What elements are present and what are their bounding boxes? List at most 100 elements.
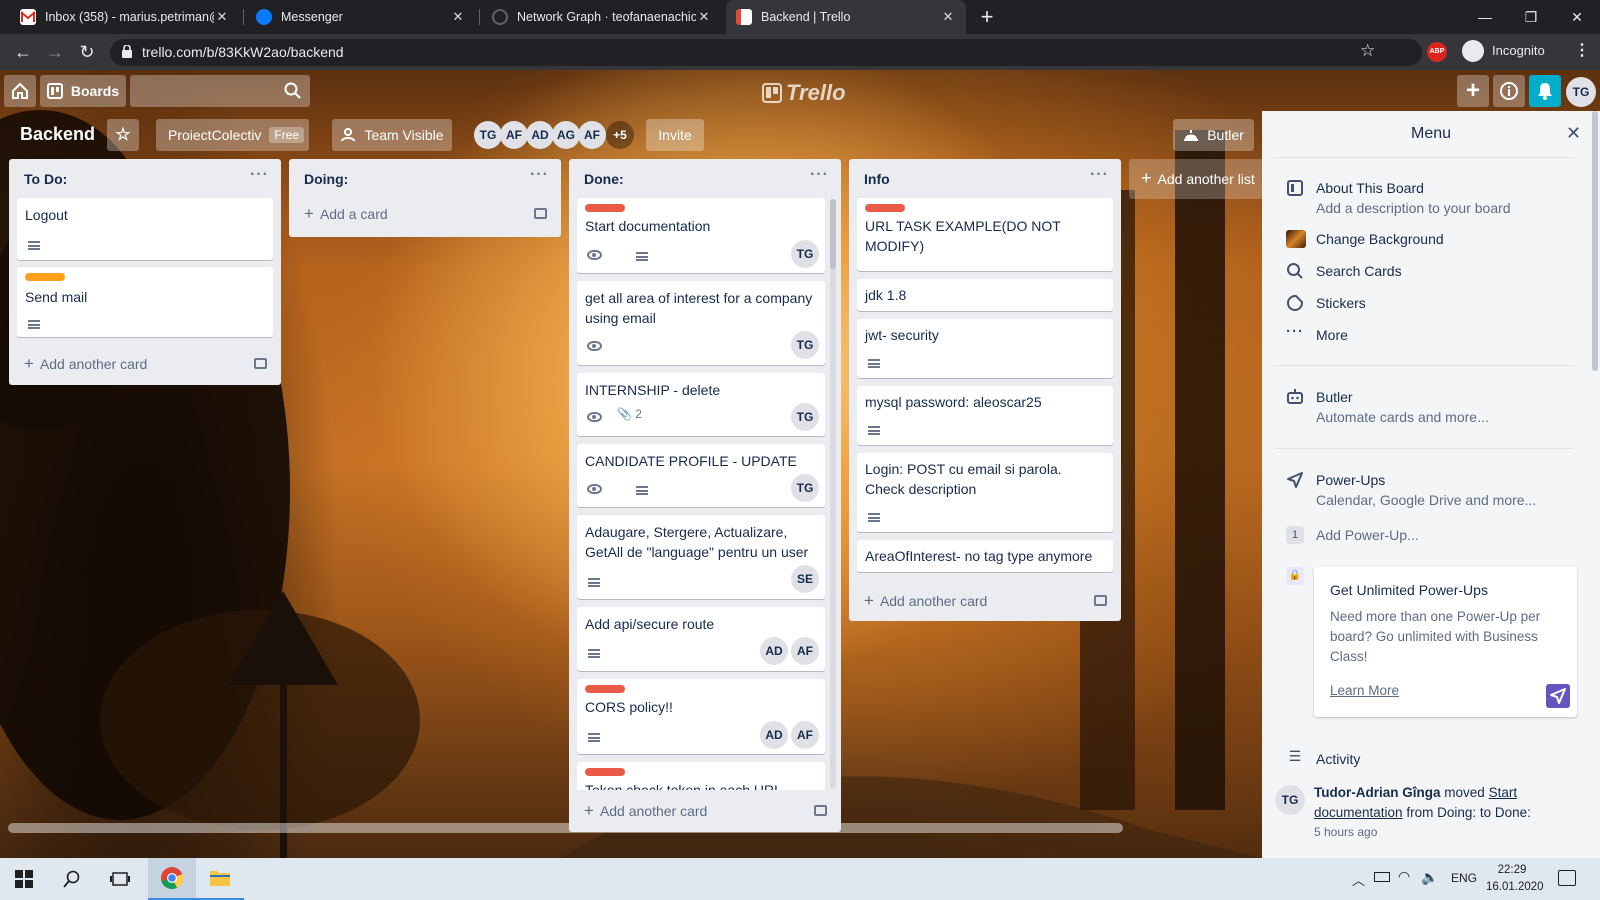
menu-item-butler[interactable]: Butler Automate cards and more... [1262, 388, 1600, 430]
list-menu-icon[interactable]: ··· [810, 166, 829, 184]
card-member-avatar[interactable]: AD [760, 721, 788, 749]
user-avatar[interactable]: TG [1566, 77, 1596, 107]
visibility-button[interactable]: Team Visible [332, 119, 452, 151]
member-avatar[interactable]: AF [578, 121, 606, 149]
card[interactable]: get all area of interest for a company u… [577, 281, 825, 365]
activity-user-avatar[interactable]: TG [1275, 785, 1305, 815]
tab-gmail[interactable]: Inbox (358) - marius.petriman@f ✕ [10, 0, 240, 34]
forward-icon[interactable]: → [42, 39, 68, 65]
card-label-red[interactable] [585, 204, 625, 212]
card-label-red[interactable] [585, 768, 625, 776]
list-menu-icon[interactable]: ··· [530, 166, 549, 184]
card-template-icon[interactable] [534, 208, 547, 219]
card-label-red[interactable] [865, 204, 905, 212]
taskbar-file-explorer[interactable] [196, 858, 244, 900]
card-label-orange[interactable] [25, 273, 65, 281]
list-title[interactable]: Info [864, 171, 890, 187]
tab-messenger[interactable]: Messenger ✕ [246, 0, 476, 34]
card-member-avatar[interactable]: TG [791, 474, 819, 502]
card[interactable]: CORS policy!! AD AF [577, 679, 825, 754]
browser-menu-icon[interactable]: ⋮ [1574, 40, 1590, 60]
card-member-avatar[interactable]: TG [791, 240, 819, 268]
adblock-icon[interactable]: ABP [1427, 42, 1447, 62]
close-tab-icon[interactable]: ✕ [450, 9, 466, 25]
member-avatar[interactable]: AD [526, 121, 554, 149]
card-member-avatar[interactable]: AD [760, 637, 788, 665]
close-window-icon[interactable]: ✕ [1554, 0, 1600, 34]
boards-button[interactable]: Boards [40, 75, 126, 107]
close-menu-icon[interactable]: ✕ [1566, 123, 1581, 144]
learn-more-link[interactable]: Learn More [1330, 683, 1399, 698]
back-icon[interactable]: ← [10, 39, 36, 65]
windows-start-button[interactable] [0, 858, 48, 900]
card[interactable]: jwt- security [857, 319, 1113, 378]
card-label-red[interactable] [585, 685, 625, 693]
more-members-button[interactable]: +5 [606, 121, 634, 149]
tab-trello[interactable]: Backend | Trello ✕ [726, 0, 966, 34]
add-power-up-button[interactable]: 1 Add Power-Up... [1262, 525, 1600, 549]
taskbar-chrome[interactable] [148, 858, 196, 900]
wifi-icon[interactable]: ◠ [1398, 868, 1410, 885]
notifications-button[interactable] [1529, 75, 1561, 107]
battery-icon[interactable] [1374, 872, 1390, 882]
close-tab-icon[interactable]: ✕ [696, 9, 712, 25]
new-tab-icon[interactable]: + [974, 4, 1000, 30]
volume-icon[interactable]: 🔈 [1421, 869, 1438, 886]
member-avatar[interactable]: AG [552, 121, 580, 149]
team-button[interactable]: ProiectColectiv Free [156, 119, 309, 151]
close-tab-icon[interactable]: ✕ [940, 9, 956, 25]
card[interactable]: mysql password: aleoscar25 [857, 386, 1113, 445]
card-template-icon[interactable] [814, 805, 827, 816]
minimize-icon[interactable]: — [1462, 0, 1508, 34]
card[interactable]: URL TASK EXAMPLE(DO NOT MODIFY) [857, 198, 1113, 271]
menu-item-more[interactable]: ··· More [1262, 323, 1600, 349]
tray-overflow-icon[interactable]: ︿ [1352, 870, 1365, 889]
card[interactable]: AreaOfInterest- no tag type anymore [857, 540, 1113, 572]
address-bar[interactable]: trello.com/b/83KkW2ao/backend ☆ [110, 39, 1422, 66]
invite-button[interactable]: Invite [646, 119, 704, 151]
card[interactable]: Login: POST cu email si parola. Check de… [857, 453, 1113, 532]
card[interactable]: Token check token in each URL [577, 762, 825, 790]
card[interactable]: CANDIDATE PROFILE - UPDATE TG [577, 444, 825, 507]
search-input[interactable] [130, 75, 310, 107]
card[interactable]: Adaugare, Stergere, Actualizare, GetAll … [577, 515, 825, 599]
reload-icon[interactable]: ↻ [74, 39, 100, 65]
member-avatar[interactable]: AF [500, 121, 528, 149]
menu-item-about-board[interactable]: About This Board Add a description to yo… [1262, 179, 1600, 221]
list-scrollbar-thumb[interactable] [830, 199, 836, 269]
star-board-button[interactable]: ☆ [107, 119, 139, 151]
menu-item-stickers[interactable]: Stickers [1262, 293, 1600, 317]
card[interactable]: jdk 1.8 [857, 279, 1113, 311]
list-menu-icon[interactable]: ··· [250, 166, 269, 184]
board-title[interactable]: Backend [20, 124, 95, 145]
bookmark-star-icon[interactable]: ☆ [1360, 41, 1375, 61]
card[interactable]: Send mail [17, 267, 273, 337]
card[interactable]: Logout [17, 198, 273, 260]
input-language[interactable]: ENG [1451, 871, 1477, 885]
member-avatar[interactable]: TG [474, 121, 502, 149]
list-title[interactable]: Doing: [304, 171, 348, 187]
card[interactable]: Add api/secure route AD AF [577, 607, 825, 671]
card-member-avatar[interactable]: TG [791, 403, 819, 431]
board-horizontal-scrollbar[interactable] [8, 823, 1123, 833]
menu-item-change-background[interactable]: Change Background [1262, 229, 1600, 253]
add-card-button[interactable]: + Add a card [304, 204, 388, 224]
add-card-button[interactable]: + Add another card [584, 801, 707, 821]
card-member-avatar[interactable]: TG [791, 331, 819, 359]
list-menu-icon[interactable]: ··· [1090, 166, 1109, 184]
trello-logo[interactable]: Trello [762, 80, 846, 106]
menu-item-search-cards[interactable]: Search Cards [1262, 261, 1600, 285]
add-list-button[interactable]: + Add another list [1129, 159, 1269, 199]
menu-scrollbar[interactable] [1592, 111, 1598, 371]
activity-user-name[interactable]: Tudor-Adrian Gînga [1314, 785, 1441, 800]
card-template-icon[interactable] [254, 358, 267, 369]
create-button[interactable]: + [1457, 75, 1489, 107]
list-title[interactable]: Done: [584, 171, 624, 187]
info-button[interactable] [1493, 75, 1525, 107]
incognito-label[interactable]: Incognito [1492, 43, 1545, 58]
add-card-button[interactable]: + Add another card [24, 354, 147, 374]
list-title[interactable]: To Do: [24, 171, 67, 187]
menu-item-power-ups[interactable]: Power-Ups Calendar, Google Drive and mor… [1262, 471, 1600, 513]
butler-button[interactable]: Butler [1173, 119, 1254, 151]
card-member-avatar[interactable]: AF [791, 637, 819, 665]
